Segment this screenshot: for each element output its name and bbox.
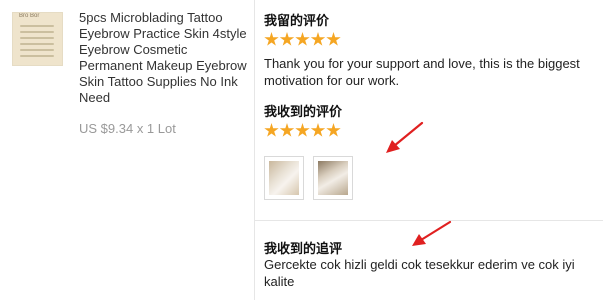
product-thumbnail-tag: Bro Bor xyxy=(19,13,40,19)
review-photo-image xyxy=(318,161,348,195)
star-icon xyxy=(295,32,310,46)
review-photo-1[interactable] xyxy=(264,156,304,200)
star-icon xyxy=(264,32,279,46)
received-feedback-stars xyxy=(264,123,342,138)
star-icon xyxy=(295,123,310,137)
followup-review-heading: 我收到的追评 xyxy=(264,242,343,257)
red-arrow-icon xyxy=(412,220,452,246)
star-icon xyxy=(264,123,279,137)
followup-review-text: Gercekte cok hizli geldi cok tesekkur ed… xyxy=(264,257,575,289)
thumbnail-brow-line xyxy=(20,25,54,27)
review-photo-image xyxy=(269,161,299,195)
thumbnail-brow-line xyxy=(20,49,54,51)
star-icon xyxy=(310,123,326,137)
star-icon xyxy=(279,123,295,137)
red-arrow-icon xyxy=(386,121,424,153)
star-icon xyxy=(279,32,295,46)
my-feedback-text: Thank you for your support and love, thi… xyxy=(264,56,580,88)
product-title[interactable]: 5pcs Microblading Tattoo Eyebrow Practic… xyxy=(79,10,249,106)
star-icon xyxy=(326,123,341,137)
star-icon xyxy=(310,32,326,46)
my-feedback-heading: 我留的评价 xyxy=(264,14,330,29)
column-divider xyxy=(254,0,255,300)
star-icon xyxy=(326,32,341,46)
thumbnail-brow-line xyxy=(20,55,54,57)
my-feedback-stars xyxy=(264,32,342,47)
thumbnail-brow-line xyxy=(20,43,54,45)
thumbnail-brow-line xyxy=(20,31,54,33)
product-price: US $9.34 x 1 Lot xyxy=(79,121,176,136)
review-photo-2[interactable] xyxy=(313,156,353,200)
thumbnail-brow-line xyxy=(20,37,54,39)
product-thumbnail[interactable]: Bro Bor xyxy=(12,12,63,66)
received-feedback-heading: 我收到的评价 xyxy=(264,105,343,120)
